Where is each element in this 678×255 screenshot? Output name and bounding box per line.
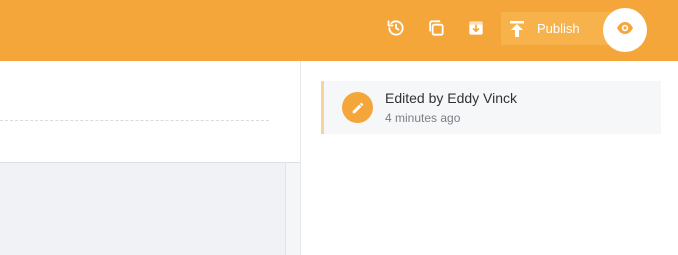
publish-button[interactable]: Publish bbox=[501, 12, 611, 45]
archive-icon[interactable] bbox=[465, 17, 487, 39]
publish-label: Publish bbox=[537, 21, 580, 36]
top-toolbar: Publish bbox=[0, 0, 678, 61]
activity-item[interactable]: Edited by Eddy Vinck 4 minutes ago bbox=[321, 81, 661, 134]
divider bbox=[0, 120, 269, 121]
activity-panel: Edited by Eddy Vinck 4 minutes ago bbox=[300, 61, 678, 255]
pencil-icon bbox=[342, 92, 373, 123]
eye-icon bbox=[616, 21, 634, 40]
editor-panel[interactable] bbox=[0, 61, 300, 163]
activity-title: Edited by Eddy Vinck bbox=[385, 90, 518, 106]
history-icon[interactable] bbox=[385, 17, 407, 39]
preview-button[interactable] bbox=[603, 8, 647, 52]
scrollbar-track[interactable] bbox=[285, 163, 300, 255]
duplicate-icon[interactable] bbox=[425, 17, 447, 39]
activity-timestamp: 4 minutes ago bbox=[385, 111, 461, 125]
editor-canvas bbox=[0, 163, 285, 255]
upload-icon bbox=[501, 12, 533, 45]
